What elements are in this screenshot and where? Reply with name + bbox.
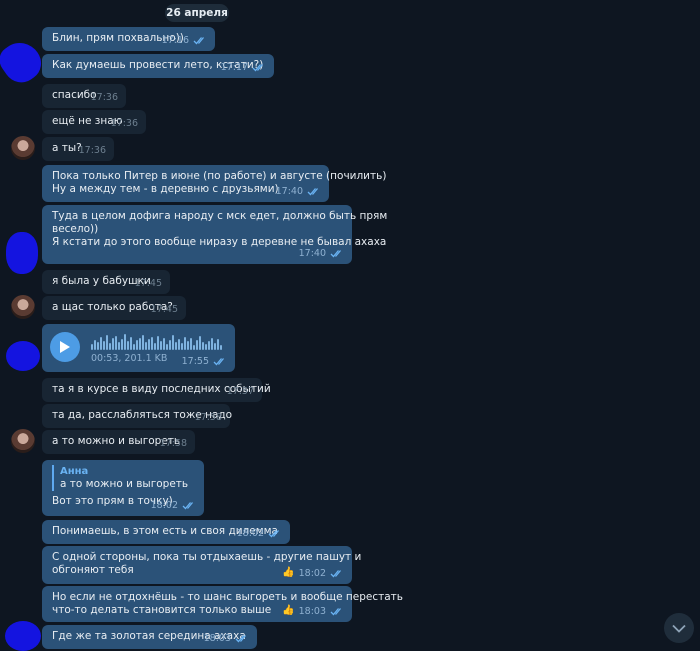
- message-time: 17:40: [298, 247, 326, 259]
- read-checkmarks-icon: [330, 249, 344, 258]
- contact-avatar[interactable]: [11, 429, 35, 453]
- redacted-avatar: [6, 341, 40, 371]
- message-bubble-incoming[interactable]: та я в курсе в виду последних событий 17…: [42, 378, 271, 402]
- read-checkmarks-icon: [307, 187, 321, 196]
- voice-message-bubble[interactable]: 00:53, 201.1 KB 17:55: [42, 324, 235, 372]
- message-bubble-outgoing[interactable]: Как думаешь провести лето, кстати?) 17:1…: [42, 54, 274, 78]
- contact-avatar[interactable]: [11, 295, 35, 319]
- message-bubble-outgoing[interactable]: Пока только Питер в июне (по работе) и а…: [42, 165, 387, 202]
- reply-author: Анна: [60, 466, 89, 477]
- message-text: Пока только Питер в июне (по работе) и а…: [52, 170, 387, 182]
- read-checkmarks-icon: [330, 607, 344, 616]
- message-meta: 17:36: [111, 117, 138, 130]
- message-bubble-incoming[interactable]: я была у бабушки 17:45: [42, 270, 170, 294]
- message-meta: 18:03: [204, 632, 249, 645]
- read-checkmarks-icon: [213, 357, 227, 366]
- message-bubble-outgoing[interactable]: Но если не отдохнёшь - то шанс выгореть …: [42, 586, 403, 622]
- message-time: 17:45: [150, 303, 178, 315]
- message-bubble-outgoing[interactable]: С одной стороны, пока ты отдыхаешь - дру…: [42, 546, 362, 584]
- message-time: 17:17: [220, 61, 248, 73]
- chevron-down-icon: [672, 624, 686, 633]
- message-meta: 17:58: [160, 437, 187, 450]
- read-checkmarks-icon: [182, 501, 196, 510]
- message-time: 17:36: [78, 144, 106, 156]
- message-time: 17:55: [181, 355, 209, 367]
- read-checkmarks-icon: [252, 63, 266, 72]
- play-button[interactable]: [50, 332, 80, 362]
- message-meta: 17:45: [135, 277, 162, 290]
- message-text: Туда в целом дофига народу с мск едет, д…: [52, 210, 388, 222]
- read-checkmarks-icon: [330, 569, 344, 578]
- message-meta: 18:02: [151, 499, 196, 512]
- message-bubble-incoming[interactable]: ещё не знаю 17:36: [42, 110, 146, 134]
- redacted-avatar: [0, 34, 49, 90]
- thumbs-up-reaction-icon[interactable]: 👍: [282, 568, 294, 578]
- message-bubble-incoming[interactable]: спасибо 17:36: [42, 84, 126, 108]
- message-bubble-incoming[interactable]: а то можно и выгореть 17:58: [42, 430, 195, 454]
- message-text: С одной стороны, пока ты отдыхаешь - дру…: [52, 551, 362, 563]
- message-meta: 17:55: [182, 355, 227, 368]
- message-time: 18:02: [236, 527, 264, 539]
- message-meta: 17:45: [151, 303, 178, 316]
- message-time: 18:03: [203, 632, 231, 644]
- message-bubble-outgoing[interactable]: Понимаешь, в этом есть и своя дилемма 18…: [42, 520, 290, 544]
- message-bubble-outgoing[interactable]: Где же та золотая середина ахаха 18:03: [42, 625, 257, 649]
- redacted-avatar: [6, 232, 38, 274]
- read-checkmarks-icon: [268, 529, 282, 538]
- play-icon: [60, 341, 70, 353]
- message-meta: 17:36: [79, 144, 106, 157]
- reply-text: а то можно и выгореть: [60, 478, 189, 491]
- message-time: 18:02: [150, 499, 178, 511]
- redacted-avatar: [5, 621, 41, 651]
- thumbs-up-reaction-icon[interactable]: 👍: [282, 606, 294, 616]
- message-time: 17:36: [110, 117, 138, 129]
- message-bubble-outgoing[interactable]: Анна а то можно и выгореть Вот это прям …: [42, 460, 204, 516]
- message-meta: 17:58: [195, 411, 222, 424]
- message-time: 18:03: [298, 605, 326, 617]
- message-bubble-incoming[interactable]: та да, расслабляться тоже надо 17:58: [42, 404, 232, 428]
- message-time: 17:58: [194, 411, 222, 423]
- read-checkmarks-icon: [235, 634, 249, 643]
- message-time: 17:36: [90, 91, 118, 103]
- message-text: весело)): [52, 223, 99, 236]
- message-text: та я в курсе в виду последних событий: [52, 383, 271, 395]
- message-text: Но если не отдохнёшь - то шанс выгореть …: [52, 591, 403, 603]
- message-bubble-incoming[interactable]: а щас только работа? 17:45: [42, 296, 186, 320]
- message-time: 17:16: [161, 34, 189, 46]
- message-meta: 17:57: [227, 385, 254, 398]
- contact-avatar[interactable]: [11, 136, 35, 160]
- message-meta: 17:40: [276, 185, 321, 198]
- message-meta: 17:16: [162, 34, 207, 47]
- message-time: 17:57: [226, 385, 254, 397]
- message-meta: 17:17: [221, 61, 266, 74]
- date-separator: 26 апреля: [165, 4, 229, 22]
- message-bubble-outgoing[interactable]: Блин, прям похвально)) 17:16: [42, 27, 215, 51]
- message-time: 17:40: [275, 185, 303, 197]
- reply-quote[interactable]: Анна а то можно и выгореть: [52, 465, 194, 492]
- message-meta: 17:40: [299, 247, 344, 260]
- message-meta: 17:36: [91, 91, 118, 104]
- message-meta: 👍 18:03: [282, 605, 344, 618]
- message-bubble-outgoing[interactable]: Туда в целом дофига народу с мск едет, д…: [42, 205, 388, 264]
- scroll-to-bottom-button[interactable]: [664, 613, 694, 643]
- voice-waveform[interactable]: [91, 334, 222, 350]
- message-meta: 👍 18:02: [282, 567, 344, 580]
- message-time: 17:45: [134, 277, 162, 289]
- message-bubble-incoming[interactable]: а ты? 17:36: [42, 137, 114, 161]
- voice-duration-size: 00:53, 201.1 KB: [91, 353, 168, 364]
- message-time: 18:02: [298, 567, 326, 579]
- message-meta: 18:02: [237, 527, 282, 540]
- read-checkmarks-icon: [193, 36, 207, 45]
- message-time: 17:58: [159, 437, 187, 449]
